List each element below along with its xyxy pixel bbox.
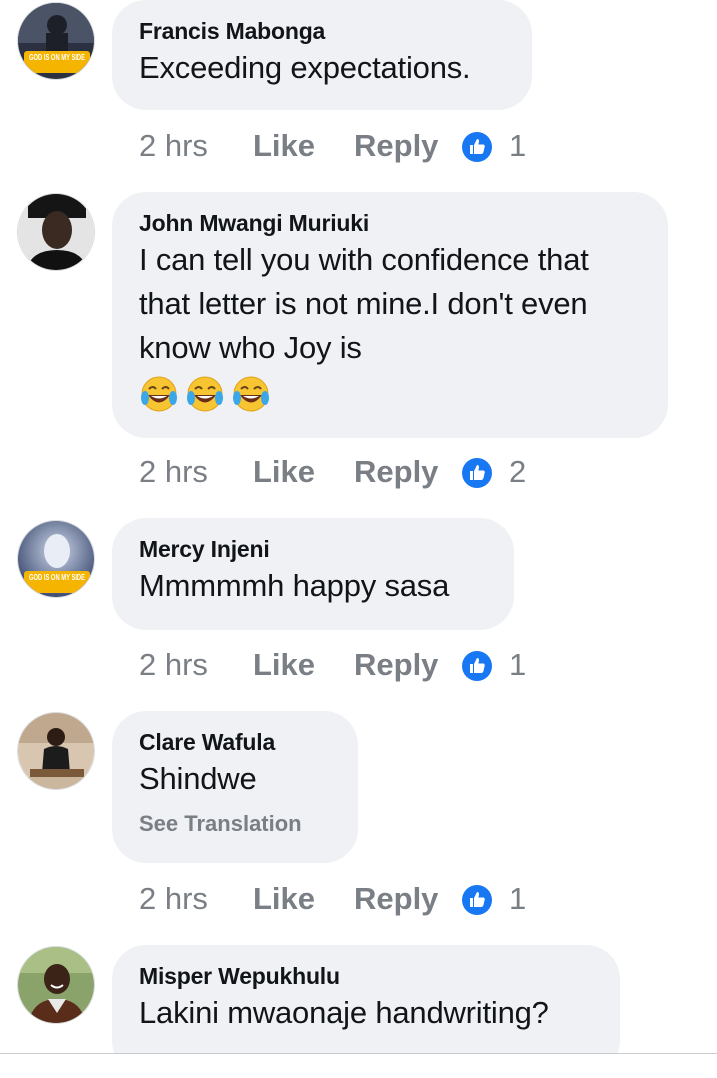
- emoji-row: [139, 374, 642, 414]
- avatar[interactable]: GOD IS ON MY SIDE: [17, 520, 95, 598]
- like-reaction-icon[interactable]: [461, 884, 493, 916]
- bottom-bar: [0, 1054, 717, 1078]
- tears-of-joy-emoji-icon: [187, 376, 223, 412]
- comment-bubble: Clare Wafula Shindwe See Translation: [112, 711, 358, 863]
- like-button[interactable]: Like: [253, 452, 315, 492]
- avatar[interactable]: [17, 712, 95, 790]
- comment-author[interactable]: Mercy Injeni: [139, 534, 488, 564]
- comment-bubble: John Mwangi Muriuki I can tell you with …: [112, 192, 668, 438]
- comment-author[interactable]: Clare Wafula: [139, 727, 332, 757]
- comment-bubble: Francis Mabonga Exceeding expectations.: [112, 0, 532, 110]
- reaction-count[interactable]: 1: [509, 126, 526, 166]
- comment-author[interactable]: John Mwangi Muriuki: [139, 208, 642, 238]
- comment-text: Exceeding expectations.: [139, 50, 471, 85]
- comment-text: Lakini mwaonaje handwriting?: [139, 995, 549, 1030]
- comments-page: GOD IS ON MY SIDE Francis Mabonga Exceed…: [0, 0, 717, 1078]
- comment-text: Shindwe: [139, 761, 257, 796]
- profile-photo-icon: GOD IS ON MY SIDE: [18, 521, 94, 597]
- comment-bubble: Mercy Injeni Mmmmmh happy sasa: [112, 518, 514, 630]
- like-button[interactable]: Like: [253, 126, 315, 166]
- avatar[interactable]: [17, 946, 95, 1024]
- profile-photo-icon: [18, 713, 94, 789]
- reply-button[interactable]: Reply: [354, 879, 438, 919]
- avatar-badge: GOD IS ON MY SIDE: [29, 573, 85, 582]
- reply-button[interactable]: Reply: [354, 645, 438, 685]
- reply-button[interactable]: Reply: [354, 126, 438, 166]
- comment-text-line: that letter is not mine.I don't even: [139, 286, 588, 321]
- like-reaction-icon[interactable]: [461, 131, 493, 163]
- profile-photo-icon: [18, 194, 94, 270]
- comment-text-line: I can tell you with confidence that: [139, 242, 589, 277]
- comment-author[interactable]: Francis Mabonga: [139, 16, 506, 46]
- comment-time[interactable]: 2 hrs: [139, 879, 208, 919]
- tears-of-joy-emoji-icon: [233, 376, 269, 412]
- comment-text-line: know who Joy is: [139, 330, 362, 365]
- avatar[interactable]: GOD IS ON MY SIDE: [17, 2, 95, 80]
- comment-text: Mmmmmh happy sasa: [139, 568, 450, 603]
- avatar[interactable]: [17, 193, 95, 271]
- profile-photo-icon: GOD IS ON MY SIDE: [18, 3, 94, 79]
- like-button[interactable]: Like: [253, 645, 315, 685]
- reply-button[interactable]: Reply: [354, 452, 438, 492]
- see-translation-link[interactable]: See Translation: [139, 809, 332, 839]
- like-reaction-icon[interactable]: [461, 650, 493, 682]
- like-button[interactable]: Like: [253, 879, 315, 919]
- reaction-count[interactable]: 1: [509, 879, 526, 919]
- comment-time[interactable]: 2 hrs: [139, 645, 208, 685]
- reaction-count[interactable]: 2: [509, 452, 526, 492]
- like-reaction-icon[interactable]: [461, 457, 493, 489]
- profile-photo-icon: [18, 947, 94, 1023]
- comment-time[interactable]: 2 hrs: [139, 452, 208, 492]
- reaction-count[interactable]: 1: [509, 645, 526, 685]
- tears-of-joy-emoji-icon: [141, 376, 177, 412]
- comment-time[interactable]: 2 hrs: [139, 126, 208, 166]
- comment-author[interactable]: Misper Wepukhulu: [139, 961, 594, 991]
- avatar-badge: GOD IS ON MY SIDE: [29, 53, 85, 62]
